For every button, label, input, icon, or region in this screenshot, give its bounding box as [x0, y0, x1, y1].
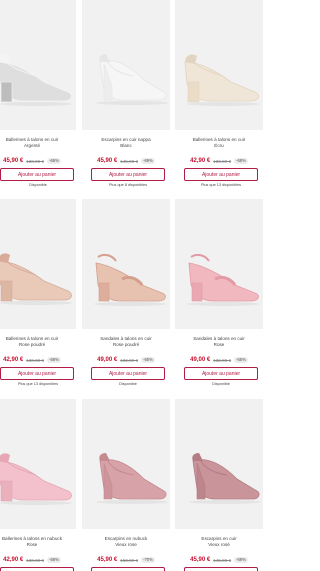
- product-card[interactable]: Escarpins en cuir nappa Blanc 45,90 €145,…: [82, 0, 170, 187]
- product-image[interactable]: [82, 399, 170, 529]
- product-card[interactable]: Ballerines à talons en cuir Rose poudré 4…: [0, 199, 76, 386]
- product-card[interactable]: Sandales à talons en cuir Rose 49,00 €132…: [175, 199, 263, 386]
- product-card[interactable]: Ballerines à talons en cuir Écru 42,90 €1…: [175, 0, 263, 187]
- shoe-image: [94, 253, 166, 306]
- original-price: 130,90 €: [26, 557, 45, 563]
- discount-badge: -68%: [47, 557, 61, 563]
- add-to-cart-button[interactable]: Ajouter au panier: [0, 567, 74, 571]
- current-price: 42,90 €: [3, 357, 24, 363]
- discount-badge: -65%: [141, 357, 155, 363]
- current-price: 45,90 €: [3, 158, 24, 164]
- add-to-cart-button[interactable]: Ajouter au panier: [184, 367, 258, 380]
- product-title[interactable]: Escarpins en cuir Vieux rosé: [175, 536, 263, 548]
- original-price: 153,90 €: [120, 557, 139, 563]
- add-to-cart-button[interactable]: Ajouter au panier: [184, 567, 258, 571]
- shoe-image: [96, 54, 168, 105]
- add-to-cart-button[interactable]: Ajouter au panier: [0, 367, 74, 380]
- add-to-cart-button[interactable]: Ajouter au panier: [184, 168, 258, 181]
- product-title[interactable]: Ballerines à talons en cuir Rose poudré: [0, 336, 76, 348]
- discount-badge: -68%: [47, 357, 61, 363]
- current-price: 45,90 €: [97, 557, 118, 563]
- product-image[interactable]: [82, 199, 170, 329]
- product-title[interactable]: Escarpins en cuir nappa Blanc: [82, 137, 170, 149]
- availability-text: Plus que 13 disponibles: [200, 183, 242, 187]
- shoe-image: [0, 253, 72, 305]
- product-title[interactable]: Sandales à talons en cuir Rose poudré: [82, 336, 170, 348]
- availability-text: Disponible: [212, 382, 230, 386]
- original-price: 145,90 €: [120, 158, 139, 164]
- current-price: 49,00 €: [97, 357, 118, 363]
- current-price: 42,90 €: [190, 158, 211, 164]
- availability-text: Disponible: [119, 382, 137, 386]
- original-price: 130,90 €: [26, 357, 45, 363]
- add-to-cart-button[interactable]: Ajouter au panier: [0, 168, 74, 181]
- price-row: 42,90 €130,90 € -68%: [0, 356, 76, 364]
- product-card[interactable]: Ballerines à talons en cuir Argenté 45,90…: [0, 0, 76, 187]
- availability-text: Plus que 13 disponibles: [17, 382, 59, 386]
- product-image[interactable]: [0, 0, 76, 130]
- product-card[interactable]: Sandales à talons en cuir Rose poudré 49,…: [82, 199, 170, 386]
- add-to-cart-button[interactable]: Ajouter au panier: [91, 168, 165, 181]
- product-card[interactable]: Escarpins en cuir Vieux rosé 45,90 €145,9…: [175, 399, 263, 571]
- price-row: 42,90 €130,90 € -68%: [0, 556, 76, 564]
- original-price: 130,90 €: [26, 158, 45, 164]
- shoe-image: [189, 453, 261, 504]
- price-row: 49,00 €132,90 € -65%: [82, 356, 170, 364]
- shoe-image: [0, 453, 72, 505]
- current-price: 45,90 €: [190, 557, 211, 563]
- product-image[interactable]: [175, 199, 263, 329]
- current-price: 49,00 €: [190, 357, 211, 363]
- original-price: 132,90 €: [213, 357, 232, 363]
- product-title[interactable]: Ballerines à talons en nubuck Rose: [0, 536, 76, 548]
- product-title[interactable]: Ballerines à talons en cuir Argenté: [0, 137, 76, 149]
- price-row: 42,90 €130,90 € -68%: [175, 157, 263, 165]
- discount-badge: -69%: [234, 557, 248, 563]
- discount-badge: -70%: [141, 557, 155, 563]
- original-price: 145,90 €: [213, 557, 232, 563]
- price-row: 45,90 €145,90 € -69%: [175, 556, 263, 564]
- product-image[interactable]: [0, 399, 76, 529]
- shoe-image: [0, 54, 72, 106]
- current-price: 42,90 €: [3, 557, 24, 563]
- original-price: 132,90 €: [120, 357, 139, 363]
- product-image[interactable]: [0, 199, 76, 329]
- product-image[interactable]: [175, 0, 263, 130]
- discount-badge: -69%: [141, 158, 155, 164]
- price-row: 45,90 €153,90 € -70%: [82, 556, 170, 564]
- shoe-image: [184, 54, 259, 106]
- product-grid: Ballerines à talons en cuir Argenté 45,90…: [0, 0, 263, 571]
- current-price: 45,90 €: [97, 158, 118, 164]
- price-row: 49,00 €132,90 € -65%: [175, 356, 263, 364]
- discount-badge: -66%: [47, 158, 61, 164]
- product-title[interactable]: Sandales à talons en cuir Rose: [175, 336, 263, 348]
- discount-badge: -68%: [234, 158, 248, 164]
- product-image[interactable]: [82, 0, 170, 130]
- price-row: 45,90 €130,90 € -66%: [0, 157, 76, 165]
- product-card[interactable]: Escarpins en nubuck Vieux rose 45,90 €153…: [82, 399, 170, 571]
- add-to-cart-button[interactable]: Ajouter au panier: [91, 367, 165, 380]
- product-title[interactable]: Ballerines à talons en cuir Écru: [175, 137, 263, 149]
- add-to-cart-button[interactable]: Ajouter au panier: [91, 567, 165, 571]
- product-card[interactable]: Ballerines à talons en nubuck Rose 42,90 …: [0, 399, 76, 571]
- product-title[interactable]: Escarpins en nubuck Vieux rose: [82, 536, 170, 548]
- discount-badge: -65%: [234, 357, 248, 363]
- shoe-image: [187, 253, 259, 306]
- price-row: 45,90 €145,90 € -69%: [82, 157, 170, 165]
- availability-text: Disponible: [29, 183, 47, 187]
- shoe-image: [96, 453, 168, 504]
- original-price: 130,90 €: [213, 158, 232, 164]
- availability-text: Plus que 8 disponibles: [109, 183, 147, 187]
- product-image[interactable]: [175, 399, 263, 529]
